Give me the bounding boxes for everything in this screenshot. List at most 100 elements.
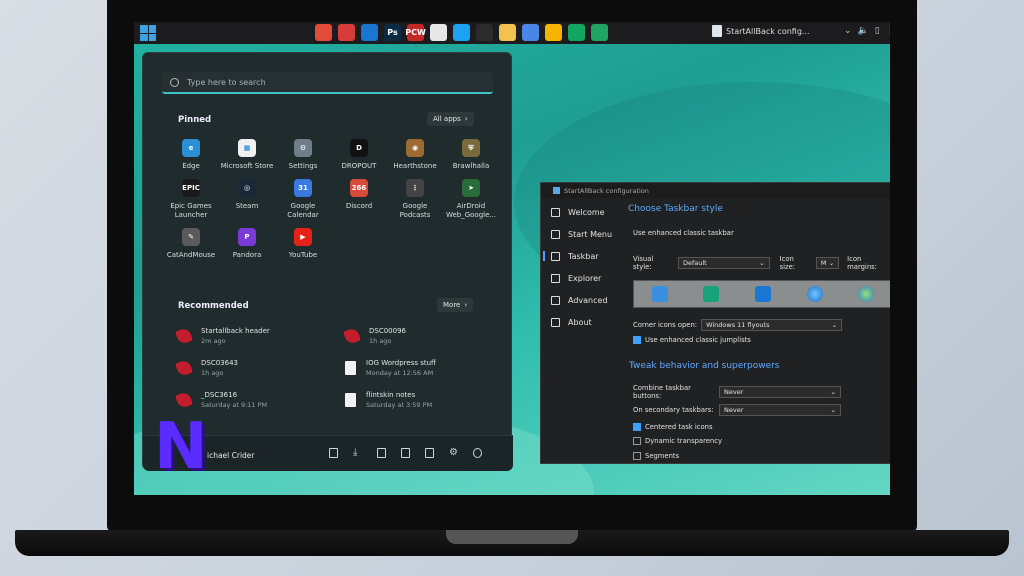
segments-option[interactable]: Segments [633,452,679,460]
jumplists-option[interactable]: Use enhanced classic jumplists [633,336,751,344]
recommended-item[interactable]: DSC00096 1h ago [343,325,495,347]
chevron-down-icon[interactable]: ⌄ [844,26,852,36]
pinned-app[interactable]: ⛨ Brawlhalla [443,139,499,171]
keep-icon[interactable] [545,24,562,41]
chevron-down-icon: ⌄ [830,406,836,414]
corner-icons-select[interactable]: Windows 11 flyouts ⌄ [701,319,843,331]
chrome-icon[interactable] [315,24,332,41]
icon-size-select[interactable]: M ⌄ [815,257,840,269]
enhanced-classic-label: Use enhanced classic taskbar [633,229,734,237]
pinned-app[interactable]: ◉ Hearthstone [387,139,443,171]
twitter-icon[interactable] [453,24,470,41]
recommended-name: Startallback header [201,327,270,335]
pinned-app[interactable]: EPIC Epic Games Launcher [163,179,219,220]
pinned-app[interactable]: 31 Google Calendar [275,179,331,220]
green-style-icon[interactable] [703,286,720,302]
pinned-app-label: Settings [288,162,318,170]
hangouts-icon[interactable] [568,24,585,41]
recommended-item[interactable]: IOG Wordpress stuff Monday at 12:56 AM [345,357,495,379]
videos-icon[interactable] [401,448,410,458]
centered-checkbox[interactable] [633,423,641,431]
folder-icon[interactable] [425,448,434,458]
enhanced-classic-option[interactable]: Use enhanced classic taskbar [633,229,734,237]
more-button[interactable]: More › [437,298,474,312]
jumplists-checkbox[interactable] [633,336,641,344]
windows10-style-icon[interactable] [754,286,771,302]
pictures-icon[interactable] [377,448,386,458]
visual-style-row: Visual style: Default ⌄ Icon size: M ⌄ I… [633,255,890,271]
pinned-app[interactable]: P Pandora [219,228,275,260]
pinned-app[interactable]: ◎ Steam [219,179,275,220]
segments-checkbox[interactable] [633,452,641,460]
speaker-icon[interactable]: 🔈 [858,26,869,36]
nav-item-about[interactable]: About [541,311,621,333]
document-icon [345,393,356,407]
recommended-item[interactable]: DSC03643 1h ago [175,357,345,379]
slack-icon[interactable] [430,24,447,41]
download-icon[interactable]: ⤓ [353,448,362,458]
recommended-item[interactable]: _DSC3616 Saturday at 9:11 PM [175,389,345,411]
secondary-select[interactable]: Never ⌄ [719,404,841,416]
windows11-style-icon[interactable] [651,286,668,302]
all-apps-button[interactable]: All apps › [427,112,474,126]
recommended-item[interactable]: Startallback header 2m ago [175,325,345,347]
dropout-icon: D [350,139,368,157]
visual-style-select[interactable]: Default ⌄ [677,257,770,269]
pinned-app[interactable]: ▶ YouTube [275,228,331,260]
pinned-app[interactable]: ⋮ Google Podcasts [387,179,443,220]
pinned-app[interactable]: ✎ CatAndMouse [163,228,219,260]
outlook-icon[interactable] [361,24,378,41]
window-titlebar[interactable]: StartAllBack configuration [541,183,890,198]
gmail-icon[interactable] [338,24,355,41]
phone-icon[interactable] [591,24,608,41]
pinned-app[interactable]: 266 Discord [331,179,387,220]
dynamic-transparency-option[interactable]: Dynamic transparency [633,437,722,445]
windows7-orb-icon[interactable] [806,286,823,302]
secondary-taskbars-row: On secondary taskbars: Never ⌄ [633,404,841,416]
taskbar-apps: Ps PCW [315,24,608,41]
more-icon[interactable]: ⋮ [886,26,890,36]
nav-item-advanced[interactable]: Advanced [541,289,621,311]
battery-icon[interactable]: ▯ [875,26,880,36]
settings-icon[interactable]: ⚙ [449,448,458,458]
taskbar-window-button[interactable]: StartAllBack config... [712,25,810,37]
document-folder-icon[interactable] [329,448,338,458]
user-name[interactable]: ichael Crider [207,451,255,460]
pandora-icon: P [238,228,256,246]
pinned-app-label: Pandora [232,251,262,259]
nav-item-start-menu[interactable]: Start Menu [541,223,621,245]
centered-icons-option[interactable]: Centered task icons [633,423,712,431]
image-file-icon [175,359,193,377]
pinned-app-label: Brawlhalla [452,162,490,170]
nav-item-explorer[interactable]: Explorer [541,267,621,289]
dynamic-checkbox[interactable] [633,437,641,445]
steam-icon: ◎ [238,179,256,197]
recommended-item[interactable]: flintskin notes Saturday at 3:59 PM [345,389,495,411]
nav-item-welcome[interactable]: Welcome [541,201,621,223]
recommended-name: DSC03643 [201,359,238,367]
pinned-app[interactable]: ➤ AirDroid Web_Google... [443,179,499,220]
nav-label: Welcome [568,207,605,217]
pinned-app[interactable]: ▦ Microsoft Store [219,139,275,171]
start-menu-icon [551,229,560,239]
search-input[interactable]: Type here to search [162,72,493,94]
photoshop-icon[interactable]: Ps [384,24,401,41]
folder-icon[interactable] [499,24,516,41]
power-icon[interactable] [473,448,482,458]
search-placeholder: Type here to search [187,77,266,87]
recommended-time: 1h ago [369,337,392,345]
docs-icon[interactable] [522,24,539,41]
vista-orb-icon[interactable] [858,286,875,302]
pinned-app[interactable]: D DROPOUT [331,139,387,171]
monday-icon[interactable] [476,24,493,41]
visual-style-value: Default [682,259,707,267]
combine-buttons-row: Combine taskbar buttons: Never ⌄ [633,384,841,400]
pcw-icon[interactable]: PCW [405,24,426,41]
youtube-icon: ▶ [294,228,312,246]
pinned-app[interactable]: ⚙ Settings [275,139,331,171]
pinned-app-label: Epic Games Launcher [170,202,212,219]
pinned-app[interactable]: e Edge [163,139,219,171]
start-button[interactable] [140,25,156,41]
nav-item-taskbar[interactable]: Taskbar [541,245,621,267]
combine-select[interactable]: Never ⌄ [719,386,841,398]
